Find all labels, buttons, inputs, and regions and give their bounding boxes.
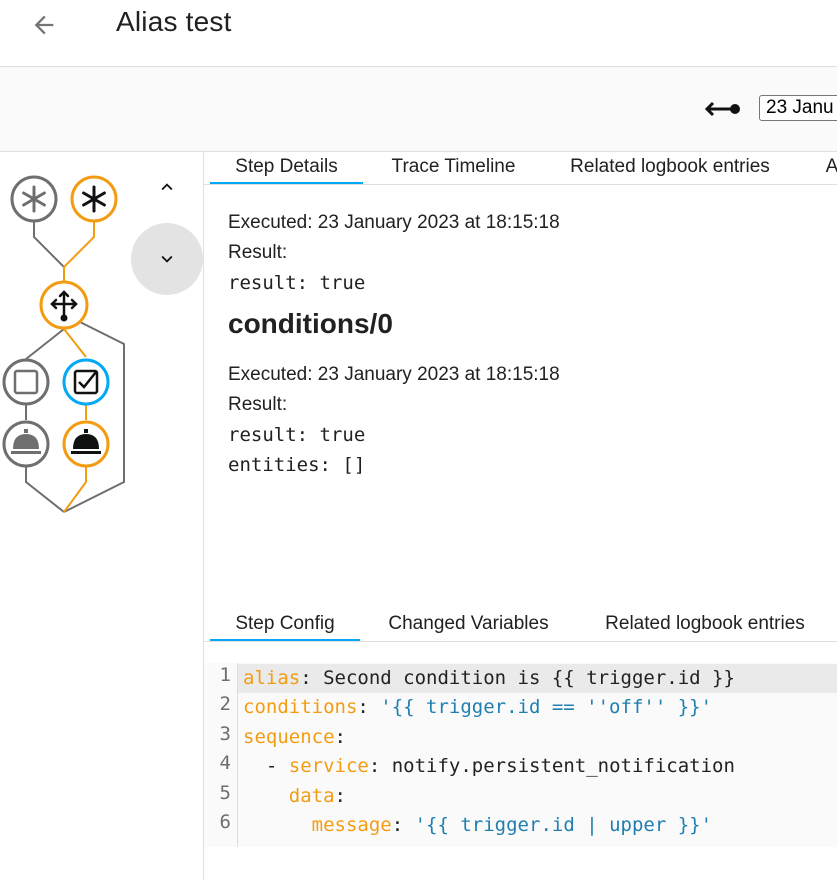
yaml-separator: : (391, 814, 415, 836)
service-bell-icon[interactable] (2, 420, 50, 468)
trace-navigation-icon[interactable] (703, 96, 743, 122)
yaml-indent: - (243, 755, 289, 777)
yaml-key: service (288, 755, 369, 777)
trigger-asterisk-icon[interactable] (70, 175, 118, 223)
line-number: 1 (219, 664, 231, 686)
result-label: Result: (228, 242, 288, 263)
page-title: Alias test (116, 6, 232, 37)
yaml-key: alias (243, 667, 301, 689)
yaml-indent (243, 785, 289, 807)
condition-checkbox-icon[interactable] (2, 358, 50, 406)
previous-node-button[interactable] (146, 170, 188, 204)
executed-time: Executed: 23 January 2023 at 18:15:18 (228, 364, 560, 385)
step-details: Executed: 23 January 2023 at 18:15:18 Re… (228, 208, 828, 480)
result-yaml: result: true (228, 424, 366, 446)
yaml-string: '{{ trigger.id | upper }}' (414, 814, 713, 836)
executed-time: Executed: 23 January 2023 at 18:15:18 (228, 212, 560, 233)
tabs-divider (204, 184, 837, 185)
code-line[interactable]: data: (238, 782, 837, 811)
arrow-left-icon (34, 15, 54, 35)
line-number: 3 (219, 723, 231, 745)
tab-related-logbook[interactable]: Related logbook entries (562, 151, 778, 185)
yaml-separator: : (334, 785, 346, 807)
yaml-key: sequence (243, 726, 335, 748)
tab-step-details[interactable]: Step Details (210, 151, 363, 185)
tab-automation-config[interactable]: A (822, 151, 837, 185)
tab-related-logbook-config[interactable]: Related logbook entries (600, 608, 810, 642)
back-button[interactable] (24, 8, 64, 42)
chevron-up-icon (161, 183, 173, 191)
line-number: 4 (219, 752, 231, 774)
top-app-bar: Alias test (0, 0, 837, 67)
next-node-button[interactable] (131, 223, 203, 295)
yaml-separator: : (357, 696, 381, 718)
choose-branch-icon[interactable] (39, 280, 89, 330)
condition-checkbox-checked-icon[interactable] (62, 358, 110, 406)
service-bell-icon[interactable] (62, 420, 110, 468)
line-number: 5 (219, 782, 231, 804)
yaml-code-editor[interactable]: 1 2 3 4 5 6 alias: Second condition is {… (204, 663, 837, 847)
yaml-separator: : (300, 667, 324, 689)
yaml-indent (243, 814, 312, 836)
code-line[interactable]: alias: Second condition is {{ trigger.id… (238, 664, 837, 693)
yaml-key: message (311, 814, 392, 836)
section-title: conditions/0 (228, 308, 393, 339)
line-number: 6 (219, 811, 231, 833)
yaml-key: data (288, 785, 335, 807)
trigger-asterisk-icon[interactable] (10, 175, 58, 223)
code-line[interactable]: sequence: (238, 723, 837, 752)
yaml-key: conditions (243, 696, 358, 718)
line-number: 2 (219, 693, 231, 715)
code-line[interactable]: - service: notify.persistent_notificatio… (238, 752, 837, 781)
line-number-gutter: 1 2 3 4 5 6 (204, 663, 238, 847)
yaml-value: Second condition is {{ trigger.id }} (323, 667, 735, 689)
trace-select[interactable]: 23 Janu (759, 95, 837, 121)
result-yaml: entities: [] (228, 454, 366, 476)
yaml-value: notify.persistent_notification (391, 755, 735, 777)
yaml-separator: : (368, 755, 392, 777)
tab-step-config[interactable]: Step Config (210, 608, 360, 642)
tab-changed-variables[interactable]: Changed Variables (385, 608, 552, 642)
result-yaml: result: true (228, 272, 366, 294)
tab-trace-timeline[interactable]: Trace Timeline (385, 151, 522, 185)
result-label: Result: (228, 394, 288, 415)
yaml-separator: : (334, 726, 346, 748)
code-line[interactable]: message: '{{ trigger.id | upper }}' (238, 811, 837, 840)
yaml-string: '{{ trigger.id == ''off'' }}' (380, 696, 713, 718)
code-line[interactable]: conditions: '{{ trigger.id == ''off'' }}… (238, 693, 837, 722)
chevron-down-icon (161, 255, 173, 263)
tabs-divider (204, 641, 837, 642)
